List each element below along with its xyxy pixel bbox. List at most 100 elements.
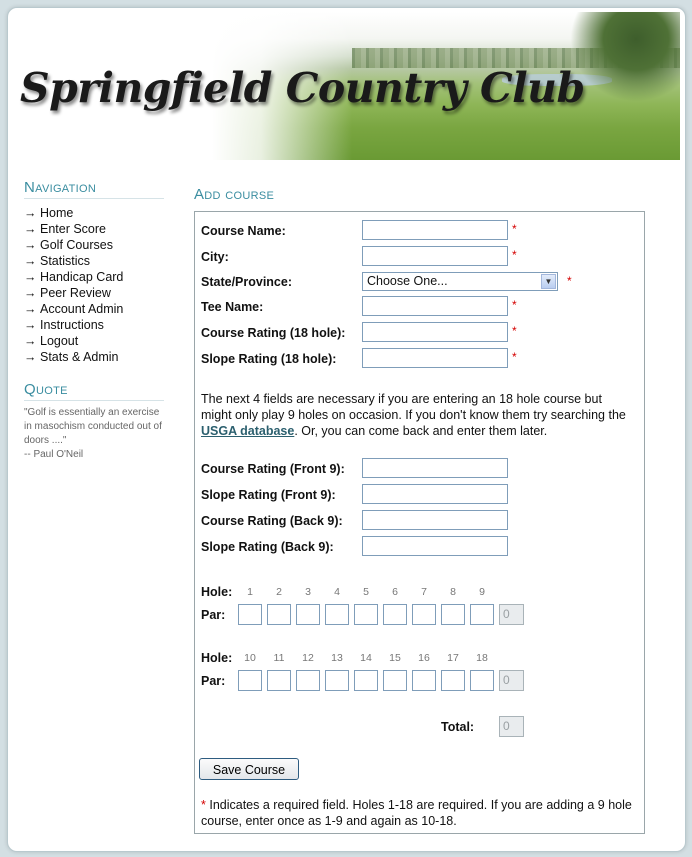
slope-rating-front-label: Slope Rating (Front 9):	[201, 488, 336, 502]
par-input-hole-13[interactable]	[325, 670, 349, 691]
quote-text: "Golf is essentially an exercise in maso…	[24, 407, 162, 446]
required-mark: *	[512, 248, 517, 262]
par-input-hole-7[interactable]	[412, 604, 436, 625]
hole-number: 13	[331, 652, 343, 664]
course-rating-front-label: Course Rating (Front 9):	[201, 462, 345, 476]
hole-number: 10	[244, 652, 256, 664]
par-input-hole-17[interactable]	[441, 670, 465, 691]
header-banner: Springfield Country Club	[12, 12, 680, 160]
par-input-hole-9[interactable]	[470, 604, 494, 625]
slope-rating-front-input[interactable]	[362, 484, 508, 504]
required-note: * Indicates a required field. Holes 1-18…	[201, 797, 636, 829]
site-title: Springfield Country Club	[20, 64, 585, 112]
par-input-hole-1[interactable]	[238, 604, 262, 625]
city-input[interactable]	[362, 246, 508, 266]
hole-number: 1	[247, 586, 253, 598]
arrow-right-icon: →	[24, 270, 37, 284]
front-par-total: 0	[499, 604, 524, 625]
quote-author: -- Paul O'Neil	[24, 449, 84, 460]
nav-item-label: Account Admin	[40, 302, 124, 316]
par-input-hole-15[interactable]	[383, 670, 407, 691]
course-name-input[interactable]	[362, 220, 508, 240]
par-input-hole-3[interactable]	[296, 604, 320, 625]
par-input-hole-2[interactable]	[267, 604, 291, 625]
nav-item-peer-review[interactable]: → Peer Review	[24, 285, 123, 301]
required-mark: *	[512, 350, 517, 364]
course-rating-18-label: Course Rating (18 hole):	[201, 326, 346, 340]
nav-item-golf-courses[interactable]: → Golf Courses	[24, 237, 123, 253]
arrow-right-icon: →	[24, 302, 37, 316]
nav-item-label: Instructions	[40, 318, 104, 332]
nav-item-label: Statistics	[40, 254, 91, 268]
arrow-right-icon: →	[24, 318, 37, 332]
nine-hole-info: The next 4 fields are necessary if you a…	[201, 391, 631, 439]
chevron-down-icon[interactable]: ▼	[541, 274, 556, 289]
nav-item-label: Logout	[40, 334, 79, 348]
nav-item-label: Home	[40, 206, 74, 220]
par-input-hole-10[interactable]	[238, 670, 262, 691]
nav-item-label: Stats & Admin	[40, 350, 119, 364]
hole-number: 5	[363, 586, 369, 598]
nav-item-statistics[interactable]: → Statistics	[24, 253, 123, 269]
course-rating-18-input[interactable]	[362, 322, 508, 342]
palm-trees	[570, 12, 680, 102]
info-text-end: . Or, you can come back and enter them l…	[294, 424, 548, 438]
slope-rating-back-input[interactable]	[362, 536, 508, 556]
slope-rating-18-label: Slope Rating (18 hole):	[201, 352, 337, 366]
nav-item-label: Handicap Card	[40, 270, 124, 284]
course-rating-back-label: Course Rating (Back 9):	[201, 514, 343, 528]
total-value: 0	[499, 716, 524, 737]
par-input-hole-14[interactable]	[354, 670, 378, 691]
nav-item-label: Golf Courses	[40, 238, 113, 252]
nav-item-enter-score[interactable]: → Enter Score	[24, 221, 123, 237]
par-input-hole-5[interactable]	[354, 604, 378, 625]
save-course-button[interactable]: Save Course	[199, 758, 299, 780]
par-input-hole-18[interactable]	[470, 670, 494, 691]
hole-label-front: Hole:	[201, 585, 233, 599]
arrow-right-icon: →	[24, 206, 37, 220]
hole-number: 15	[389, 652, 401, 664]
nav-item-label: Peer Review	[40, 286, 111, 300]
required-mark: *	[512, 298, 517, 312]
hole-number: 7	[421, 586, 427, 598]
slope-rating-18-input[interactable]	[362, 348, 508, 368]
required-mark: *	[567, 274, 572, 288]
info-text: The next 4 fields are necessary if you a…	[201, 392, 626, 422]
par-input-hole-8[interactable]	[441, 604, 465, 625]
slope-rating-back-label: Slope Rating (Back 9):	[201, 540, 334, 554]
course-rating-back-input[interactable]	[362, 510, 508, 530]
nav-item-stats-admin[interactable]: → Stats & Admin	[24, 349, 123, 365]
state-select[interactable]: Choose One... ▼	[362, 272, 558, 291]
city-label: City:	[201, 250, 229, 264]
par-input-hole-12[interactable]	[296, 670, 320, 691]
course-name-label: Course Name:	[201, 224, 286, 238]
hole-number: 16	[418, 652, 430, 664]
required-mark: *	[512, 222, 517, 236]
par-input-hole-16[interactable]	[412, 670, 436, 691]
arrow-right-icon: →	[24, 222, 37, 236]
par-input-hole-6[interactable]	[383, 604, 407, 625]
nav-item-account-admin[interactable]: → Account Admin	[24, 301, 123, 317]
course-rating-front-input[interactable]	[362, 458, 508, 478]
hole-number: 17	[447, 652, 459, 664]
arrow-right-icon: →	[24, 238, 37, 252]
arrow-right-icon: →	[24, 350, 37, 364]
par-input-hole-11[interactable]	[267, 670, 291, 691]
hole-label-back: Hole:	[201, 651, 233, 665]
nav-item-handicap-card[interactable]: → Handicap Card	[24, 269, 123, 285]
par-label-front: Par:	[201, 608, 226, 622]
usga-database-link[interactable]: USGA database	[201, 424, 294, 438]
par-input-hole-4[interactable]	[325, 604, 349, 625]
arrow-right-icon: →	[24, 334, 37, 348]
hole-number: 4	[334, 586, 340, 598]
hole-number: 3	[305, 586, 311, 598]
arrow-right-icon: →	[24, 286, 37, 300]
state-label: State/Province:	[201, 275, 293, 289]
hole-number: 9	[479, 586, 485, 598]
nav-item-home[interactable]: → Home	[24, 205, 123, 221]
nav-item-logout[interactable]: → Logout	[24, 333, 123, 349]
tee-name-input[interactable]	[362, 296, 508, 316]
required-mark: *	[512, 324, 517, 338]
nav-item-instructions[interactable]: → Instructions	[24, 317, 123, 333]
page-title: Add course	[194, 186, 275, 203]
